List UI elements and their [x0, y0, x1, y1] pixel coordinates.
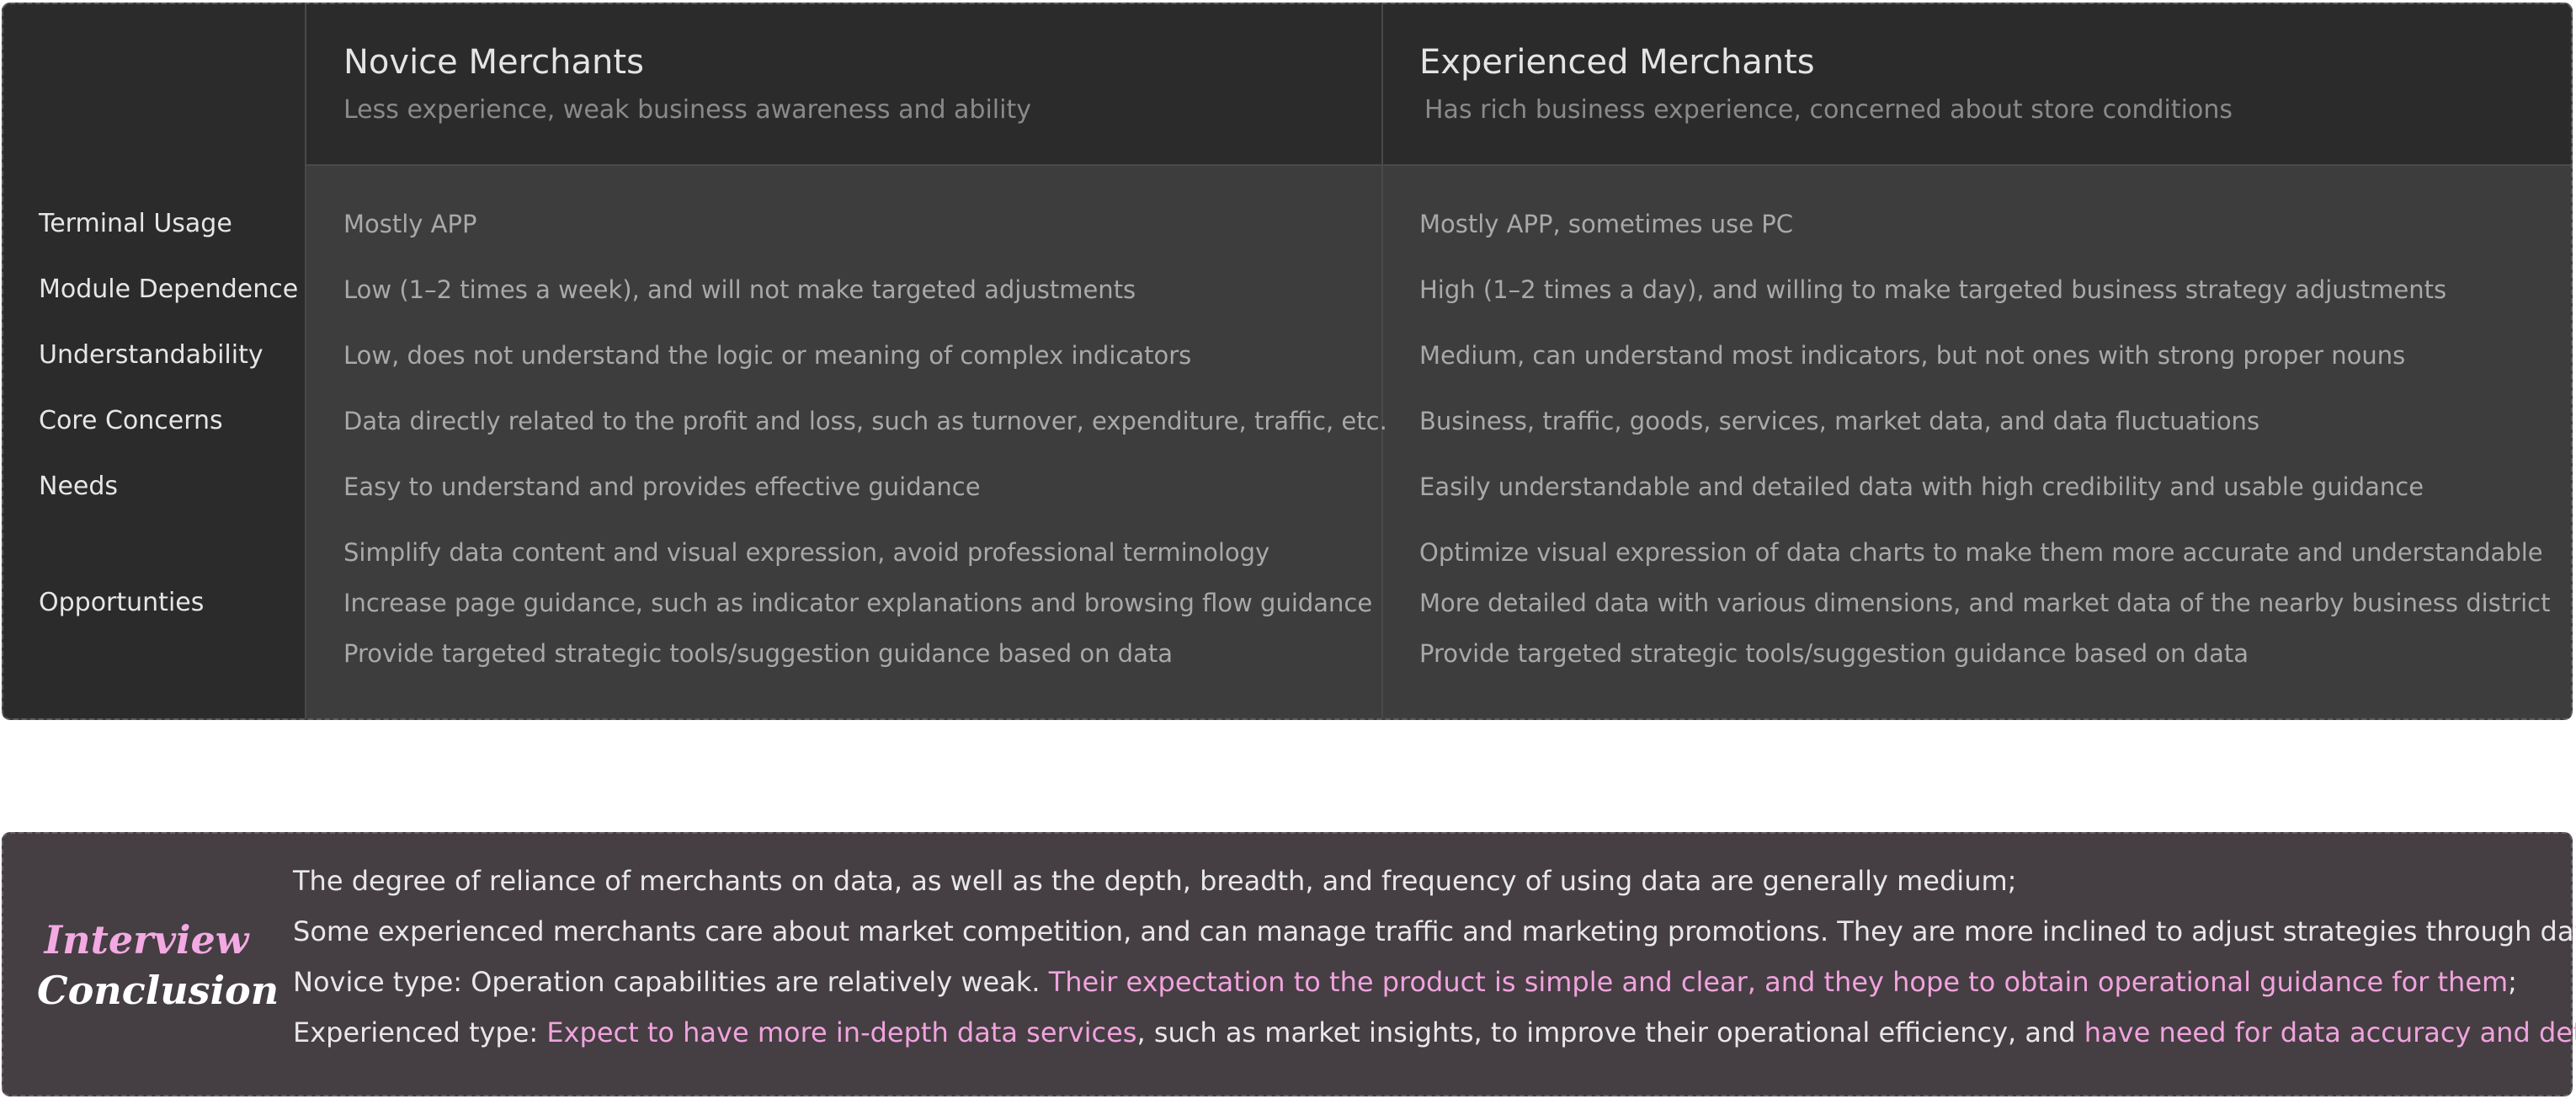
novice-opportunity-item: Increase page guidance, such as indicato…: [343, 589, 1373, 617]
novice-subtitle: Less experience, weak business awareness…: [343, 95, 1031, 125]
novice-column-header: Novice Merchants Less experience, weak b…: [343, 41, 1031, 127]
experienced-column-header: Experienced Merchants Has rich business …: [1419, 41, 2233, 127]
experienced-needs: Easily understandable and detailed data …: [1419, 472, 2424, 501]
row-label-understandability: Understandability: [39, 340, 263, 370]
experienced-title: Experienced Merchants: [1419, 43, 1815, 82]
conclusion-line-3-text: Novice type: Operation capabilities are …: [293, 966, 1049, 998]
conclusion-text: The degree of reliance of merchants on d…: [293, 856, 2576, 1058]
novice-needs: Easy to understand and provides effectiv…: [343, 472, 981, 501]
novice-understandability: Low, does not understand the logic or me…: [343, 341, 1192, 370]
conclusion-line-2: Some experienced merchants care about ma…: [293, 915, 2576, 947]
novice-core-concerns: Data directly related to the profit and …: [343, 407, 1387, 435]
novice-opportunities: Simplify data content and visual express…: [343, 536, 1372, 687]
row-label-opportunities: Opportunties: [39, 588, 205, 617]
conclusion-line-4-middle: , such as market insights, to improve th…: [1136, 1016, 2084, 1048]
experienced-opportunity-item: More detailed data with various dimensio…: [1419, 589, 2551, 617]
row-label-core-concerns: Core Concerns: [39, 406, 223, 435]
badge-line-interview: Interview: [44, 917, 249, 963]
conclusion-line-3: Novice type: Operation capabilities are …: [293, 957, 2576, 1007]
novice-terminal-usage: Mostly APP: [343, 210, 477, 238]
conclusion-badge: Interview Conclusion: [37, 915, 279, 1016]
novice-opportunity-item: Provide targeted strategic tools/suggest…: [343, 639, 1173, 668]
row-label-terminal-usage: Terminal Usage: [39, 209, 232, 238]
badge-line-conclusion: Conclusion: [37, 968, 279, 1013]
experienced-opportunity-item: Optimize visual expression of data chart…: [1419, 538, 2543, 567]
conclusion-line-3-end: ;: [2508, 966, 2517, 998]
novice-title: Novice Merchants: [343, 43, 644, 82]
novice-module-dependence: Low (1–2 times a week), and will not mak…: [343, 275, 1136, 304]
merchant-comparison-table: Novice Merchants Less experience, weak b…: [2, 3, 2573, 720]
row-label-needs: Needs: [39, 472, 119, 501]
interview-conclusion-panel: Interview Conclusion The degree of relia…: [2, 832, 2576, 1096]
experienced-opportunities: Optimize visual expression of data chart…: [1419, 536, 2551, 687]
conclusion-line-4-highlight-1: Expect to have more in-depth data servic…: [546, 1016, 1137, 1048]
conclusion-line-3-highlight: Their expectation to the product is simp…: [1048, 966, 2509, 998]
experienced-subtitle: Has rich business experience, concerned …: [1424, 95, 2233, 125]
experienced-understandability: Medium, can understand most indicators, …: [1419, 341, 2406, 370]
experienced-core-concerns: Business, traffic, goods, services, mark…: [1419, 407, 2260, 435]
conclusion-line-1: The degree of reliance of merchants on d…: [293, 865, 2017, 897]
experienced-terminal-usage: Mostly APP, sometimes use PC: [1419, 210, 1794, 238]
column-divider: [1381, 4, 1383, 718]
experienced-module-dependence: High (1–2 times a day), and willing to m…: [1419, 275, 2447, 304]
conclusion-line-4: Experienced type: Expect to have more in…: [293, 1007, 2576, 1058]
conclusion-line-4-text: Experienced type:: [293, 1016, 547, 1048]
novice-opportunity-item: Simplify data content and visual express…: [343, 538, 1270, 567]
row-label-module-dependence: Module Dependence: [39, 275, 299, 304]
experienced-opportunity-item: Provide targeted strategic tools/suggest…: [1419, 639, 2249, 668]
conclusion-line-4-highlight-2: have need for data accuracy and detail: [2084, 1016, 2576, 1048]
